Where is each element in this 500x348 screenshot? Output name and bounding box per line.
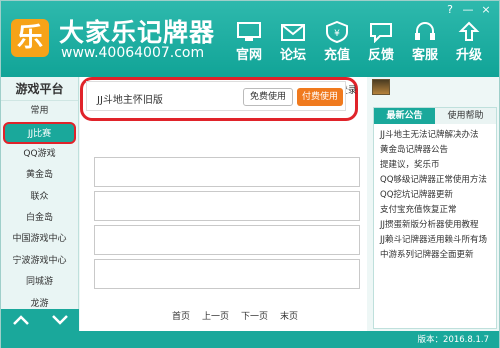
sidebar-item-jj[interactable]: JJ比赛 <box>3 122 76 144</box>
game-card-highlight: JJ斗地主怀旧版 免费使用 付费使用 <box>80 77 358 121</box>
chat-icon <box>370 23 392 43</box>
sidebar-item-china-game-center[interactable]: 中国游戏中心 <box>1 229 78 250</box>
nav-forum[interactable]: 论坛 <box>271 21 315 63</box>
version-label: 版本：2016.8.1.7 <box>417 335 489 345</box>
chevron-down-icon[interactable] <box>51 315 68 325</box>
nav-service[interactable]: 客服 <box>403 21 447 63</box>
app-window: 乐 大家乐记牌器 www.40064007.com ? — × 官网 论坛 ¥ … <box>0 0 500 348</box>
nav-website[interactable]: 官网 <box>227 21 271 63</box>
chevron-up-icon[interactable] <box>12 315 29 325</box>
shield-icon: ¥ <box>326 21 348 43</box>
headset-icon <box>415 22 435 40</box>
paid-use-button[interactable]: 付费使用 <box>297 88 343 106</box>
minimize-button[interactable]: — <box>461 3 475 16</box>
top-nav: 官网 论坛 ¥ 充值 反馈 客服 升级 <box>227 21 491 63</box>
news-item[interactable]: JJ赖斗记牌器适用赖斗所有场 <box>380 233 490 248</box>
tab-announcements[interactable]: 最新公告 <box>374 108 435 124</box>
news-item[interactable]: JJ斗地主无法记牌解决办法 <box>380 128 490 143</box>
sidebar-item-baijindao[interactable]: 白金岛 <box>1 208 78 229</box>
empty-card <box>94 191 360 221</box>
news-item[interactable]: QQ够级记牌器正常使用方法 <box>380 173 490 188</box>
status-bar: 版本：2016.8.1.7 <box>1 331 499 348</box>
svg-text:¥: ¥ <box>334 29 340 39</box>
news-item[interactable]: JJ掼蛋新版分析器使用教程 <box>380 218 490 233</box>
news-item[interactable]: 中游系列记牌器全面更新 <box>380 248 490 263</box>
sidebar-item-lianzhong[interactable]: 联众 <box>1 187 78 208</box>
sidebar-item-huangjindao[interactable]: 黄金岛 <box>1 165 78 186</box>
empty-card <box>94 225 360 255</box>
nav-upgrade[interactable]: 升级 <box>447 21 491 63</box>
sidebar-item-common[interactable]: 常用 <box>1 101 78 122</box>
window-controls: ? — × <box>443 3 493 16</box>
game-card: JJ斗地主怀旧版 免费使用 付费使用 <box>86 81 346 111</box>
game-card-title: JJ斗地主怀旧版 <box>97 95 163 106</box>
free-use-button[interactable]: 免费使用 <box>243 88 293 106</box>
news-item[interactable]: 黄金岛记牌器公告 <box>380 143 490 158</box>
tab-help[interactable]: 使用帮助 <box>435 108 496 124</box>
empty-card <box>94 259 360 289</box>
news-item[interactable]: 提建议，奖乐币 <box>380 158 490 173</box>
app-title: 大家乐记牌器 <box>59 18 216 47</box>
monitor-icon <box>237 22 261 41</box>
mail-icon <box>281 24 305 41</box>
prev-page-link[interactable]: 上一页 <box>202 309 229 322</box>
sidebar-item-ningbo-game-center[interactable]: 宁波游戏中心 <box>1 251 78 272</box>
upload-icon <box>458 21 480 41</box>
help-button[interactable]: ? <box>443 3 457 16</box>
app-url: www.40064007.com <box>61 45 205 61</box>
avatar[interactable] <box>372 79 390 95</box>
nav-feedback[interactable]: 反馈 <box>359 21 403 63</box>
sidebar-title: 游戏平台 <box>1 77 78 101</box>
right-panel: 最新公告 使用帮助 JJ斗地主无法记牌解决办法 黄金岛记牌器公告 提建议，奖乐币… <box>373 107 497 329</box>
sidebar: 游戏平台 常用 JJ比赛 QQ游戏 黄金岛 联众 白金岛 中国游戏中心 宁波游戏… <box>1 77 79 331</box>
main-panel: 注册 登录 JJ斗地主怀旧版 免费使用 付费使用 首页 上一页 下一页 末页 <box>80 77 390 331</box>
news-list: JJ斗地主无法记牌解决办法 黄金岛记牌器公告 提建议，奖乐币 QQ够级记牌器正常… <box>374 124 496 267</box>
news-item[interactable]: QQ挖坑记牌器更新 <box>380 188 490 203</box>
close-button[interactable]: × <box>479 3 493 16</box>
sidebar-scroll <box>1 309 79 331</box>
right-tabs: 最新公告 使用帮助 <box>374 108 496 124</box>
empty-card <box>94 157 360 187</box>
next-page-link[interactable]: 下一页 <box>241 309 268 322</box>
last-page-link[interactable]: 末页 <box>280 309 298 322</box>
first-page-link[interactable]: 首页 <box>172 309 190 322</box>
news-item[interactable]: 支付宝充值恢复正常 <box>380 203 490 218</box>
pagination: 首页 上一页 下一页 末页 <box>172 309 298 322</box>
sidebar-item-tongchengyou[interactable]: 同城游 <box>1 272 78 293</box>
sidebar-item-qq[interactable]: QQ游戏 <box>1 144 78 165</box>
nav-recharge[interactable]: ¥ 充值 <box>315 21 359 63</box>
logo: 乐 <box>11 19 49 57</box>
header: 乐 大家乐记牌器 www.40064007.com ? — × 官网 论坛 ¥ … <box>1 1 499 77</box>
